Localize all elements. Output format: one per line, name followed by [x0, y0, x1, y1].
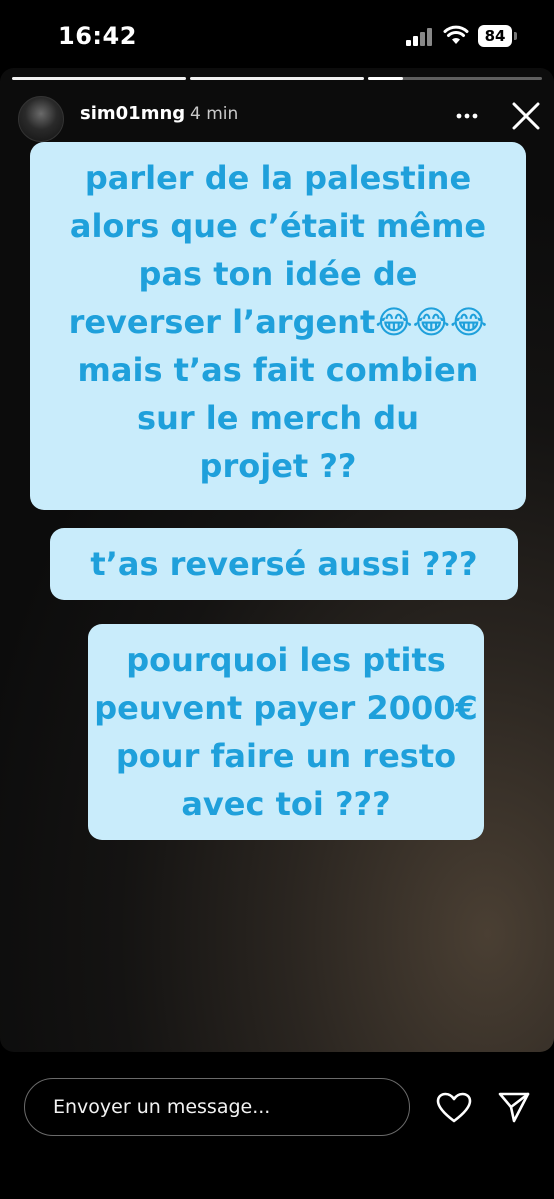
bubble-1-line-3: pas ton idée de [138, 255, 418, 293]
send-icon[interactable] [497, 1090, 531, 1124]
message-input-placeholder: Envoyer un message... [53, 1096, 271, 1118]
story-progress-3 [368, 77, 542, 80]
bubble-3-line-3: pour faire un resto [115, 737, 457, 775]
story-progress-3-fill [368, 77, 403, 80]
bubble-1-line-4: reverser l’argent😂😂😂 [68, 303, 488, 341]
story-viewer[interactable]: sim01mng 4 min parler de la palestine al… [0, 68, 554, 1052]
avatar[interactable] [18, 96, 64, 142]
bubble-1-line-2: alors que c’était même [69, 207, 487, 245]
story-text-bubble-1: parler de la palestine alors que c’était… [30, 142, 526, 510]
bubble-2-line-1: t’as reversé aussi ??? [90, 545, 478, 583]
bubble-1-line-6: sur le merch du [137, 399, 419, 437]
story-text-bubble-3: pourquoi les ptits peuvent payer 2000€ p… [88, 624, 484, 840]
battery-tip [514, 32, 517, 40]
bubble-3-line-1: pourquoi les ptits [126, 641, 446, 679]
story-progress-2 [190, 77, 364, 80]
wifi-icon [443, 25, 469, 44]
close-icon[interactable] [508, 98, 544, 134]
heart-icon[interactable] [436, 1092, 472, 1124]
more-horizontal-icon[interactable] [452, 104, 482, 128]
story-progress-1 [12, 77, 186, 80]
bubble-1-line-5: mais t’as fait combien [77, 351, 479, 389]
bubble-1-line-7: projet ?? [199, 447, 357, 485]
story-text-bubble-2: t’as reversé aussi ??? [50, 528, 518, 600]
bubble-1-line-1: parler de la palestine [84, 159, 472, 197]
message-input[interactable]: Envoyer un message... [24, 1078, 410, 1136]
story-time-ago: 4 min [190, 104, 239, 124]
battery-level: 84 [478, 25, 512, 47]
status-bar: 16:42 84 [0, 0, 554, 70]
status-time: 16:42 [58, 22, 137, 50]
bubble-3-line-4: avec toi ??? [181, 785, 391, 823]
bubble-3-line-2: peuvent payer 2000€ [94, 689, 478, 727]
story-username[interactable]: sim01mng [80, 103, 185, 124]
cellular-signal-icon [406, 28, 434, 46]
